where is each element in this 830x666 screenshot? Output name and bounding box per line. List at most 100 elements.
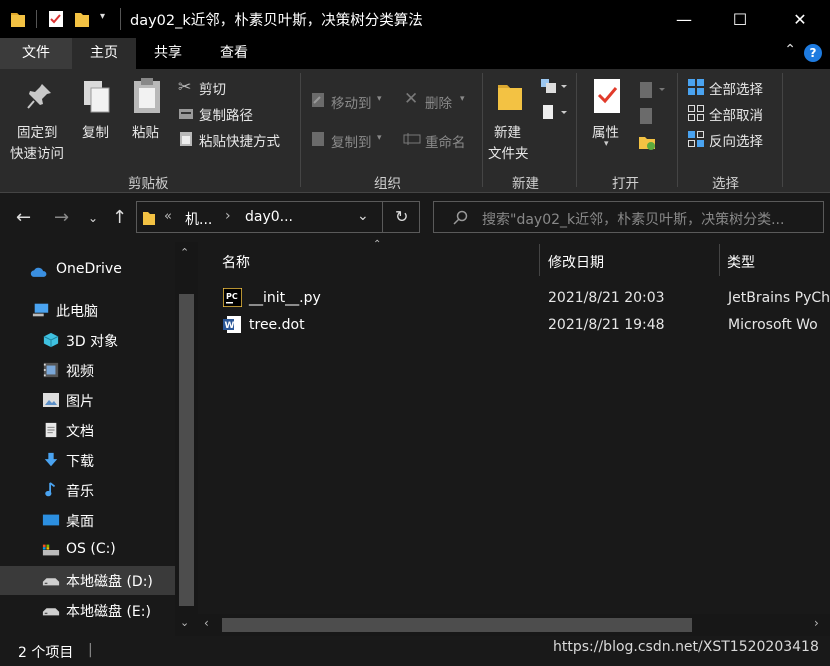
nav-item-drive-e[interactable]: 本地磁盘 (E:) xyxy=(0,596,175,625)
back-arrow-icon[interactable]: ← xyxy=(16,207,31,228)
tab-view[interactable]: 查看 xyxy=(204,38,264,69)
paste-button[interactable]: 粘贴 xyxy=(132,121,159,141)
open-group-label: 打开 xyxy=(612,176,639,192)
nav-label: 此电脑 xyxy=(56,304,98,320)
recent-locations-icon[interactable]: ⌄ xyxy=(88,211,98,225)
collapse-ribbon-icon[interactable]: ⌃ xyxy=(784,42,796,58)
search-box[interactable]: 搜索"day02_k近邻，朴素贝叶斯，决策树分类... xyxy=(433,201,824,233)
rename-button[interactable]: 重命名 xyxy=(425,131,466,151)
address-bar[interactable]: « 机... › day0... ⌄ ↻ xyxy=(136,201,420,233)
copy-to-icon xyxy=(312,132,324,146)
properties-quick-icon[interactable] xyxy=(48,10,64,28)
documents-icon xyxy=(45,422,57,438)
search-icon xyxy=(453,210,468,225)
new-folder-label-2: 文件夹 xyxy=(488,146,529,162)
navigation-bar: ← → ⌄ ↑ « 机... › day0... ⌄ ↻ 搜索"day02_k近… xyxy=(0,194,830,242)
pycharm-file-icon: PC xyxy=(223,288,242,307)
column-header-modified[interactable]: 修改日期 xyxy=(548,252,604,272)
new-folder-label-1: 新建 xyxy=(494,125,521,141)
nav-item-downloads[interactable]: 下载 xyxy=(0,446,175,475)
forward-arrow-icon[interactable]: → xyxy=(54,207,69,228)
new-folder-quick-icon[interactable] xyxy=(74,10,90,28)
organize-group-label: 组织 xyxy=(374,176,401,192)
maximize-button[interactable]: ☐ xyxy=(710,0,770,38)
downloads-icon xyxy=(44,452,58,467)
cut-button[interactable]: 剪切 xyxy=(199,78,226,98)
nav-item-drive-c[interactable]: OS (C:) xyxy=(0,536,175,565)
pictures-icon xyxy=(43,393,59,407)
nav-item-videos[interactable]: 视频 xyxy=(0,356,175,385)
close-button[interactable]: ✕ xyxy=(770,0,830,38)
edit-icon[interactable] xyxy=(638,107,656,125)
navigation-pane: OneDrive 此电脑 3D 对象 视频 图片 文档 下载 音乐 桌面 OS … xyxy=(0,242,198,636)
nav-label: 3D 对象 xyxy=(66,334,119,350)
easy-access-icon[interactable] xyxy=(540,103,568,123)
nav-label: 图片 xyxy=(66,394,94,410)
select-none-button[interactable]: 全部取消 xyxy=(709,104,763,124)
copy-button[interactable]: 复制 xyxy=(82,121,109,141)
nav-scrollbar-thumb[interactable] xyxy=(179,294,194,606)
new-folder-icon xyxy=(498,85,522,110)
nav-label: 本地磁盘 (D:) xyxy=(66,574,153,590)
folder-icon[interactable] xyxy=(10,10,26,28)
scroll-down-icon[interactable]: ⌄ xyxy=(180,616,189,629)
history-icon[interactable] xyxy=(638,133,656,151)
properties-button[interactable]: 属性 xyxy=(592,121,619,141)
select-none-icon xyxy=(688,105,704,121)
scroll-right-icon[interactable]: › xyxy=(814,616,819,630)
select-all-icon xyxy=(688,79,704,95)
nav-label: 桌面 xyxy=(66,514,94,530)
search-input[interactable]: 搜索"day02_k近邻，朴素贝叶斯，决策树分类... xyxy=(482,209,784,229)
select-group-label: 选择 xyxy=(712,176,739,192)
nav-item-drive-d[interactable]: 本地磁盘 (D:) xyxy=(0,566,175,595)
scroll-up-icon[interactable]: ⌃ xyxy=(180,246,189,259)
nav-item-desktop[interactable]: 桌面 xyxy=(0,506,175,535)
nav-item-this-pc[interactable]: 此电脑 xyxy=(0,296,175,325)
tab-home[interactable]: 主页 xyxy=(72,38,136,69)
cut-icon: ✂ xyxy=(178,77,192,96)
pin-label-2: 快速访问 xyxy=(10,146,64,162)
delete-button[interactable]: 删除 xyxy=(425,92,452,112)
copy-path-button[interactable]: 复制路径 xyxy=(199,104,253,124)
nav-item-music[interactable]: 音乐 xyxy=(0,476,175,505)
minimize-button[interactable]: — xyxy=(654,0,714,38)
onedrive-icon xyxy=(30,267,47,277)
drive-icon xyxy=(42,608,60,616)
paste-shortcut-button[interactable]: 粘贴快捷方式 xyxy=(199,130,280,150)
table-row[interactable]: PC __init__.py 2021/8/21 20:03 JetBrains… xyxy=(218,286,830,312)
scroll-left-icon[interactable]: ‹ xyxy=(204,616,209,630)
column-header-name[interactable]: 名称 xyxy=(222,252,250,272)
select-all-button[interactable]: 全部选择 xyxy=(709,78,763,98)
nav-label: OS (C:) xyxy=(66,541,116,557)
up-arrow-icon[interactable]: ↑ xyxy=(112,207,127,228)
sort-indicator-icon: ⌃ xyxy=(373,239,382,250)
breadcrumb-computer[interactable]: 机... xyxy=(185,209,212,229)
paste-shortcut-icon xyxy=(180,132,192,146)
refresh-icon[interactable]: ↻ xyxy=(395,207,408,226)
new-item-icon[interactable] xyxy=(540,77,568,97)
tab-file[interactable]: 文件 xyxy=(0,38,72,69)
help-icon[interactable]: ? xyxy=(804,44,822,62)
column-header-type[interactable]: 类型 xyxy=(727,252,755,272)
tab-share[interactable]: 共享 xyxy=(140,38,196,69)
nav-item-3d-objects[interactable]: 3D 对象 xyxy=(0,326,175,355)
breadcrumb-folder[interactable]: day0... xyxy=(245,209,293,225)
nav-label: 下载 xyxy=(66,454,94,470)
address-dropdown-icon[interactable]: ⌄ xyxy=(357,208,369,224)
nav-item-documents[interactable]: 文档 xyxy=(0,416,175,445)
move-to-button[interactable]: 移动到 xyxy=(331,92,372,112)
open-icon[interactable] xyxy=(638,81,666,99)
nav-item-onedrive[interactable]: OneDrive xyxy=(0,256,175,285)
nav-label: OneDrive xyxy=(56,261,122,277)
table-row[interactable]: W tree.dot 2021/8/21 19:48 Microsoft Wo xyxy=(218,313,830,339)
nav-item-pictures[interactable]: 图片 xyxy=(0,386,175,415)
horizontal-scrollbar[interactable]: ‹ › xyxy=(198,614,830,636)
horizontal-scrollbar-thumb[interactable] xyxy=(222,618,692,632)
pc-icon xyxy=(32,303,49,317)
customize-qa-icon[interactable]: ▾ xyxy=(100,11,105,22)
invert-selection-button[interactable]: 反向选择 xyxy=(709,130,763,150)
clipboard-group-label: 剪贴板 xyxy=(128,176,169,192)
nav-scrollbar[interactable]: ⌃ ⌄ xyxy=(175,242,198,636)
copy-to-button[interactable]: 复制到 xyxy=(331,131,372,151)
ribbon-tabs: 文件 主页 共享 查看 xyxy=(0,38,830,69)
